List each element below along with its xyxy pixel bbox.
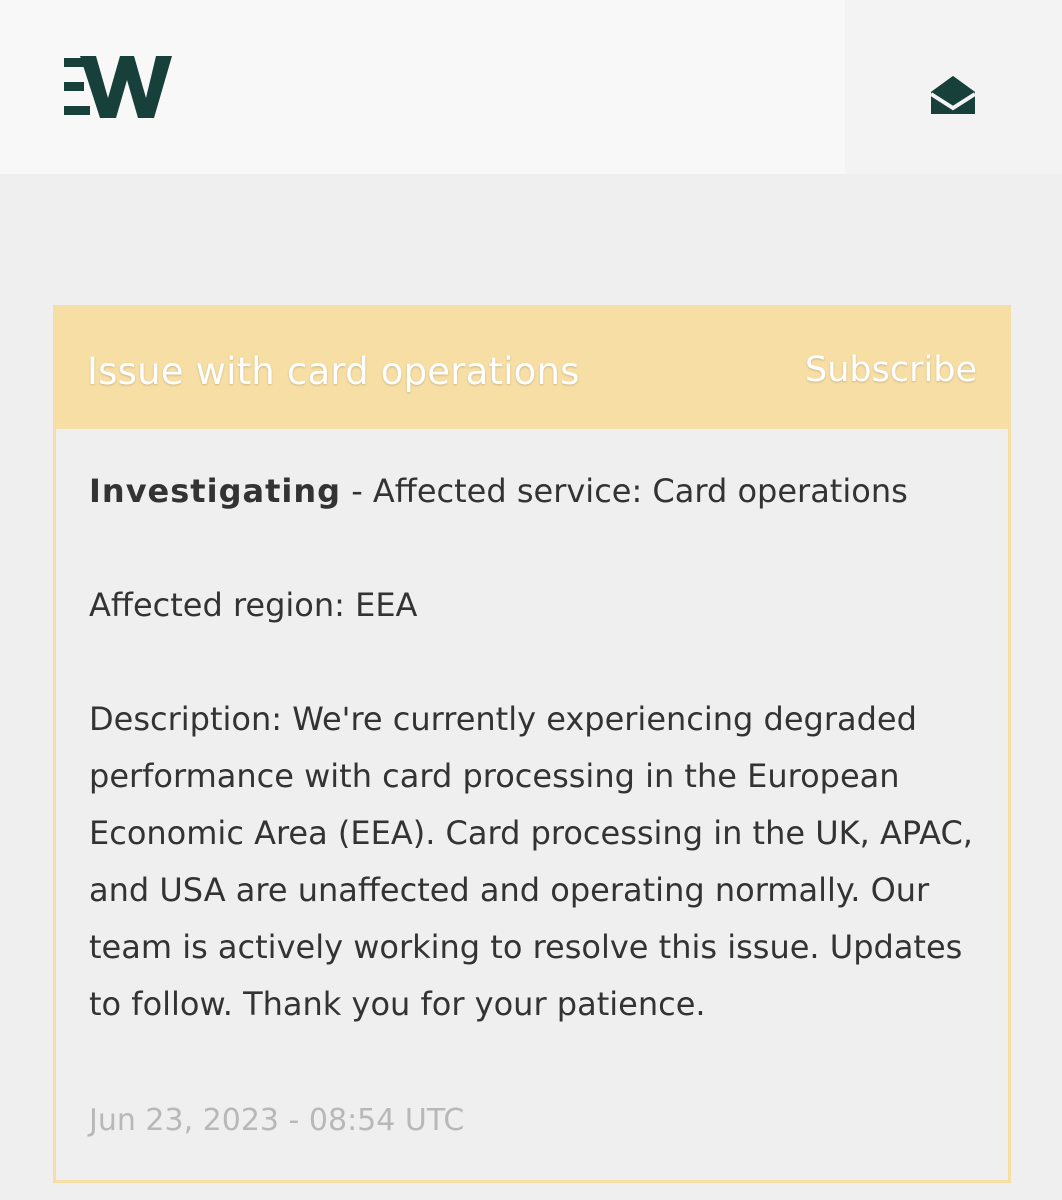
subscribe-link[interactable]: Subscribe <box>805 350 977 390</box>
subscribe-mail-button[interactable] <box>928 72 978 118</box>
status-line: Investigating - Affected service: Card o… <box>89 463 979 520</box>
envelope-open-icon <box>929 76 977 114</box>
affected-region-text: Affected region: EEA <box>89 586 418 624</box>
update-timestamp: Jun 23, 2023 - 08:54 UTC <box>89 1103 465 1138</box>
affected-service-text: Affected service: Card operations <box>372 472 908 510</box>
wirex-logo-icon <box>64 56 172 118</box>
description-text: Description: We're currently experiencin… <box>89 700 973 1023</box>
incident-header: Issue with card operations Subscribe <box>56 308 1008 429</box>
top-header <box>0 0 1062 174</box>
incident-title: Issue with card operations <box>87 350 580 393</box>
incident-update: Investigating - Affected service: Card o… <box>89 463 979 1033</box>
status-label: Investigating <box>89 472 342 510</box>
status-separator: - <box>341 472 373 510</box>
incident-card: Issue with card operations Subscribe Inv… <box>53 305 1011 1183</box>
